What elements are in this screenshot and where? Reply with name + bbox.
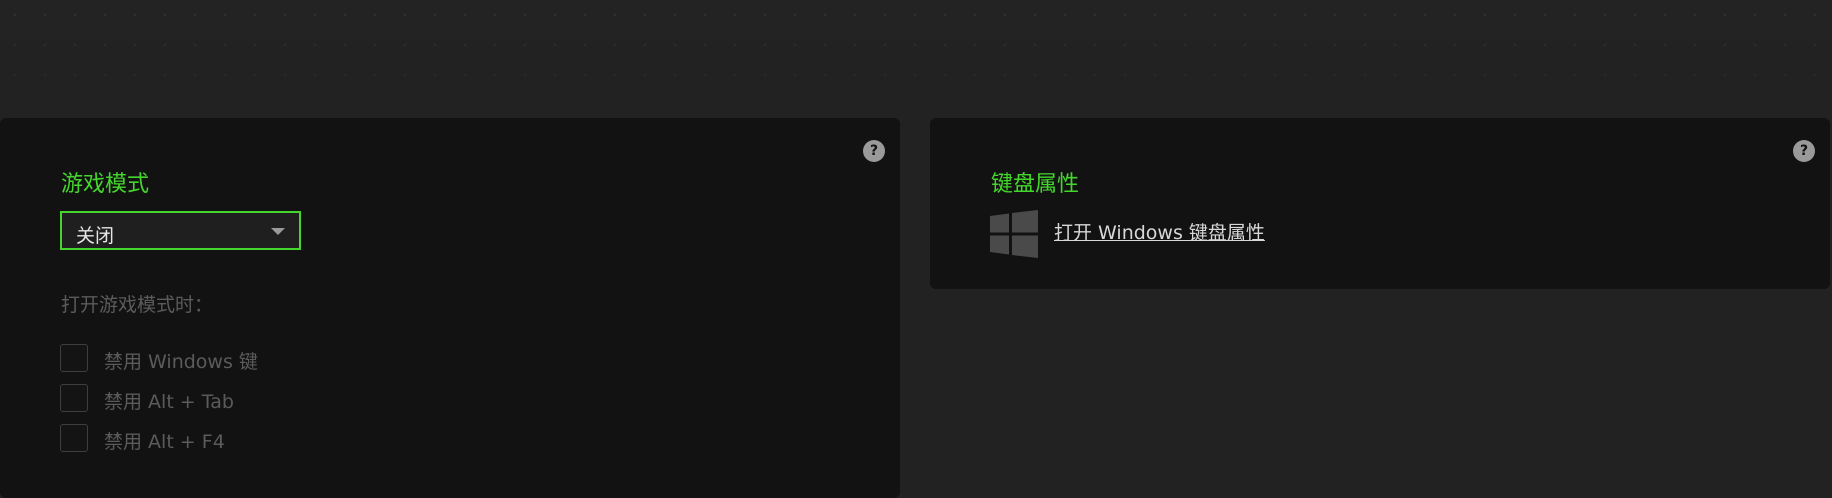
game-mode-subtitle: 打开游戏模式时： (61, 294, 214, 316)
disable-alt-f4-checkbox[interactable] (60, 424, 88, 452)
disable-alt-tab-checkbox[interactable] (60, 384, 88, 412)
top-dotted-banner (0, 0, 1832, 118)
game-mode-title: 游戏模式 (61, 172, 150, 197)
game-mode-select[interactable]: 关闭 (60, 211, 301, 250)
windows-logo-icon (990, 210, 1038, 258)
open-windows-keyboard-properties-link[interactable]: 打开 Windows 键盘属性 (1054, 218, 1265, 245)
disable-windows-key-checkbox[interactable] (60, 344, 88, 372)
disable-alt-tab-label: 禁用 Alt + Tab (104, 391, 234, 413)
chevron-down-icon (271, 228, 285, 235)
disable-windows-key-label: 禁用 Windows 键 (104, 351, 258, 373)
game-mode-help-icon[interactable]: ? (863, 140, 885, 162)
banner-fade (0, 0, 1832, 118)
disable-alt-f4-label: 禁用 Alt + F4 (104, 431, 225, 453)
game-mode-select-value: 关闭 (76, 225, 115, 247)
keyboard-properties-title: 键盘属性 (991, 172, 1080, 197)
keyboard-properties-help-icon[interactable]: ? (1793, 140, 1815, 162)
game-mode-panel: ? 游戏模式 关闭 打开游戏模式时： 禁用 Windows 键 禁用 Alt +… (0, 118, 900, 498)
keyboard-properties-panel: ? 键盘属性 打开 Windows 键盘属性 (930, 118, 1830, 289)
